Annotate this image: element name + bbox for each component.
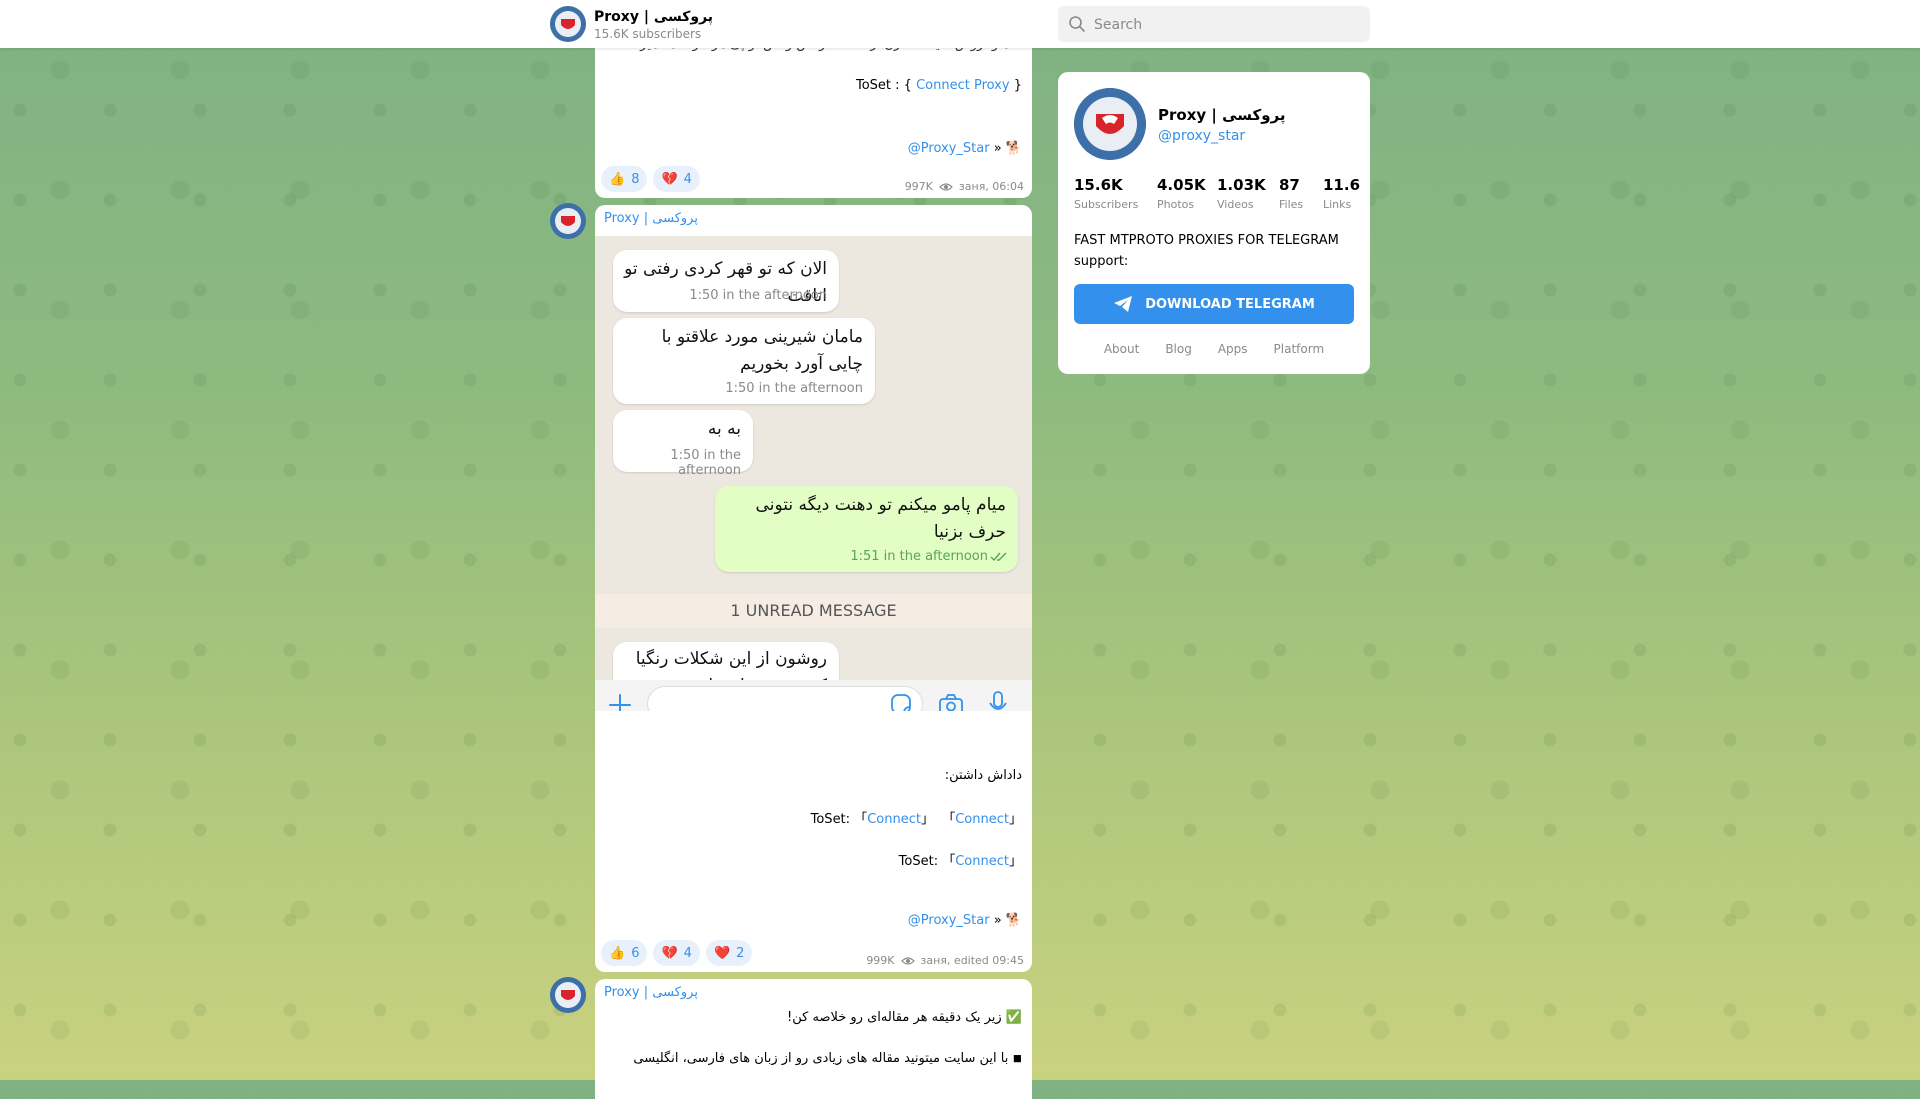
stat-subscribers[interactable]: 15.6K Subscribers: [1074, 176, 1138, 211]
channel-card-avatar: [1074, 88, 1146, 160]
post-3-author-avatar[interactable]: [550, 977, 586, 1013]
channel-avatar[interactable]: [550, 6, 586, 42]
download-telegram-button[interactable]: DOWNLOAD TELEGRAM: [1074, 284, 1354, 324]
chat-bubble-2: مامان شیرینی مورد علاقتو با چایی آورد بخ…: [613, 318, 875, 404]
post-2-time: заня, edited 09:45: [920, 954, 1024, 967]
post-1-time: заня, 06:04: [958, 180, 1024, 193]
reaction-heart[interactable]: ❤️ 2: [705, 940, 753, 966]
connect-proxy-link[interactable]: Connect Proxy: [916, 78, 1010, 93]
connect-link-1[interactable]: Connect: [867, 812, 921, 827]
post-1-toset-line: ToSet : { Connect Proxy }: [855, 78, 1022, 93]
post-2-author-avatar[interactable]: [550, 203, 586, 239]
telegram-plane-icon: [1114, 296, 1133, 312]
post-2-toset-line-1: ToSet: 「Connect」 「Connect」: [810, 812, 1022, 827]
post-1-views: 997K: [904, 180, 933, 193]
connect-link-3[interactable]: Connect: [955, 854, 1009, 869]
unread-messages-divider: 1 UNREAD MESSAGE: [595, 594, 1032, 628]
chat-bubble-1: الان که تو قهر کردی رفتی تو اتاقت 1:50 i…: [613, 250, 839, 312]
video-message-field: [647, 686, 923, 711]
post-2-caption: داداش داشتن:: [944, 768, 1022, 783]
post-3: Proxy | پروکسی ✅ زیر یک دقیقه هر مقاله‌ا…: [595, 979, 1032, 1099]
post-1-signature: @Proxy_Star » 🐕: [907, 141, 1022, 156]
eye-icon: [900, 956, 915, 965]
post-2: Proxy | پروکسی الان که تو قهر کردی رفتی …: [595, 205, 1032, 972]
chat-bubble-3: به به 1:50 in the afternoon: [613, 410, 753, 478]
eye-icon: [939, 182, 953, 191]
post-1-reactions: 👍 8 💔 4: [601, 166, 700, 192]
reaction-thumbs-up[interactable]: 👍 6: [601, 940, 648, 966]
channel-card-username[interactable]: @proxy_star: [1158, 128, 1245, 144]
post-2-author[interactable]: Proxy | پروکسی: [604, 211, 698, 226]
post-1-meta: 997K заня, 06:04: [905, 180, 1024, 193]
stat-files[interactable]: 87 Files: [1279, 176, 1303, 211]
chat-bubble-4-outgoing: میام پامو میکنم تو دهنت دیگه نتونی حرف ب…: [715, 486, 1018, 572]
channel-title[interactable]: Proxy | پروکسی: [594, 9, 713, 25]
sticker-icon: [891, 694, 911, 711]
microphone-icon: [989, 691, 1007, 711]
video-message-preview[interactable]: الان که تو قهر کردی رفتی تو اتاقت 1:50 i…: [595, 236, 1032, 711]
search-input[interactable]: [1092, 6, 1366, 44]
top-bar: Proxy | پروکسی 15.6K subscribers: [0, 0, 1920, 48]
stat-photos[interactable]: 4.05K Photos: [1157, 176, 1206, 211]
channel-card-name: Proxy | پروکسی: [1158, 106, 1286, 124]
post-2-reactions: 👍 6 💔 4 ❤️ 2: [601, 940, 753, 966]
connect-link-2[interactable]: Connect: [955, 812, 1009, 827]
post-2-meta: 999K заня, edited 09:45: [866, 954, 1024, 967]
footer-link-blog[interactable]: Blog: [1165, 342, 1192, 356]
reaction-thumbs-up[interactable]: 👍 8: [601, 166, 648, 192]
search-box[interactable]: [1058, 6, 1370, 44]
dog-emoji-icon: 🐕: [1005, 913, 1022, 928]
footer-link-apps[interactable]: Apps: [1218, 342, 1248, 356]
dog-emoji-icon: 🐕: [1005, 141, 1022, 156]
post-3-author[interactable]: Proxy | پروکسی: [604, 985, 698, 1000]
footer-link-platform[interactable]: Platform: [1274, 342, 1325, 356]
video-input-bar: [595, 680, 1032, 711]
double-check-icon: [990, 552, 1007, 562]
card-footer-links: About Blog Apps Platform: [1058, 342, 1370, 356]
channel-description: FAST MTPROTO PROXIES FOR TELEGRAM suppor…: [1074, 233, 1339, 269]
post-3-line-2: ◾ با این سایت میتونید مقاله های زیادی رو…: [633, 1051, 1022, 1066]
plus-icon: [609, 694, 631, 711]
stat-videos[interactable]: 1.03K Videos: [1217, 176, 1266, 211]
reaction-broken-heart[interactable]: 💔 4: [653, 166, 700, 192]
post-3-line-1: ✅ زیر یک دقیقه هر مقاله‌ای رو خلاصه کن!: [787, 1010, 1022, 1025]
footer-link-about[interactable]: About: [1104, 342, 1139, 356]
channel-info-card: Proxy | پروکسی @proxy_star 15.6K Subscrib…: [1058, 72, 1370, 374]
channel-subscribers: 15.6K subscribers: [594, 27, 702, 41]
camera-icon: [939, 694, 963, 711]
search-icon: [1069, 16, 1085, 32]
stat-links[interactable]: 11.6 Links: [1323, 176, 1360, 211]
post-2-toset-line-2: ToSet: 「Connect」: [898, 854, 1022, 869]
post-2-signature: @Proxy_Star » 🐕: [907, 913, 1022, 928]
proxy-star-link[interactable]: @Proxy_Star: [908, 141, 990, 156]
proxy-star-link-2[interactable]: @Proxy_Star: [908, 913, 990, 928]
reaction-broken-heart[interactable]: 💔 4: [653, 940, 700, 966]
post-2-views: 999K: [866, 954, 895, 967]
